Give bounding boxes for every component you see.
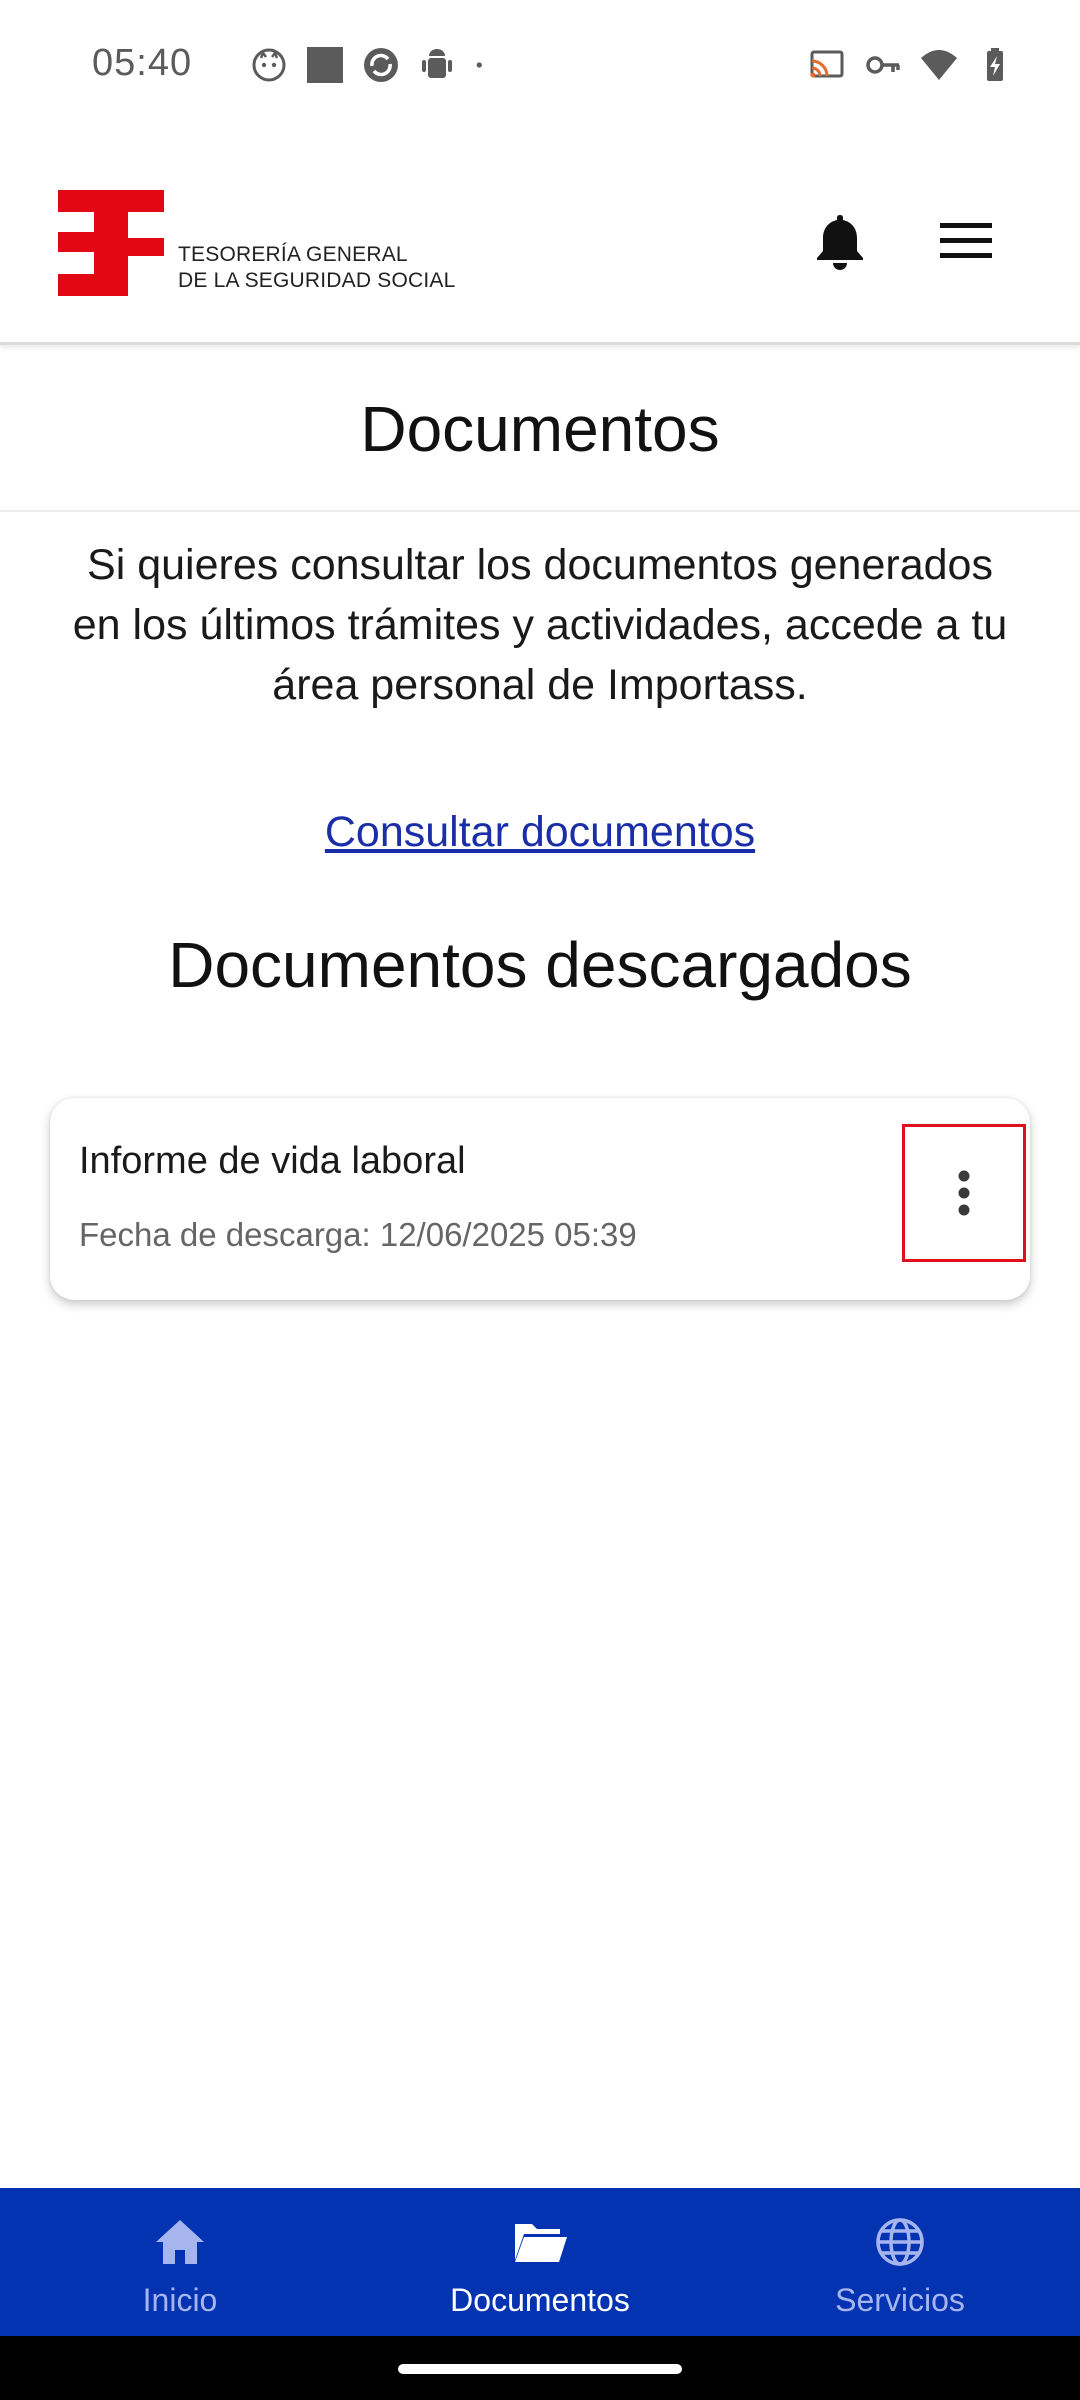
folder-icon <box>515 2224 567 2262</box>
nav-item-servicios[interactable]: Servicios <box>720 2188 1080 2336</box>
consult-documents-link[interactable]: Consultar documentos <box>325 808 755 856</box>
more-vertical-icon <box>958 1170 970 1216</box>
square-notification-icon <box>307 47 343 83</box>
vpn-key-icon <box>866 56 900 74</box>
globe-icon <box>876 2218 924 2266</box>
logo-text-line1: TESORERÍA GENERAL <box>178 243 408 266</box>
system-navigation-bar <box>0 2336 1080 2400</box>
cat-notification-icon <box>252 48 286 82</box>
status-time: 05:40 <box>92 42 193 84</box>
android-notification-icon <box>422 49 452 78</box>
bottom-navigation: Inicio Documentos Servicios <box>0 2188 1080 2336</box>
document-title: Informe de vida laboral <box>79 1140 466 1182</box>
nav-label-documentos: Documentos <box>450 2282 630 2318</box>
status-bar: 05:40 <box>0 0 1080 135</box>
nav-item-documentos[interactable]: Documentos <box>360 2188 720 2336</box>
document-options-button[interactable] <box>902 1124 1026 1262</box>
nav-label-servicios: Servicios <box>835 2282 965 2318</box>
consult-documents-link-container: Consultar documentos <box>0 808 1080 857</box>
bell-icon[interactable] <box>812 211 868 271</box>
nav-item-inicio[interactable]: Inicio <box>0 2188 360 2336</box>
section-title: Documentos descargados <box>168 929 912 1001</box>
home-icon <box>156 2220 204 2264</box>
document-date: Fecha de descarga: 12/06/2025 05:39 <box>79 1216 637 1253</box>
tgss-logo[interactable] <box>58 190 164 296</box>
nav-label-inicio: Inicio <box>142 2282 218 2318</box>
logo-text: TESORERÍA GENERAL DE LA SEGURIDAD SOCIAL <box>178 242 455 294</box>
home-gesture-handle[interactable] <box>398 2364 682 2374</box>
battery-charging-icon <box>987 48 1003 81</box>
app-header: TESORERÍA GENERAL DE LA SEGURIDAD SOCIAL <box>0 135 1080 345</box>
dot-icon <box>476 62 482 68</box>
status-notification-icons <box>250 46 494 84</box>
wifi-icon <box>921 50 957 80</box>
sync-notification-icon <box>364 48 398 82</box>
document-card[interactable]: Informe de vida laboral Fecha de descarg… <box>50 1098 1030 1300</box>
logo-text-line2: DE LA SEGURIDAD SOCIAL <box>178 269 456 292</box>
cast-icon <box>810 50 844 78</box>
status-system-icons <box>808 46 1014 84</box>
page-title: Documentos <box>360 393 720 465</box>
intro-text: Si quieres consultar los documentos gene… <box>72 541 1008 709</box>
hamburger-menu-icon[interactable] <box>940 221 992 261</box>
title-divider <box>0 510 1080 512</box>
